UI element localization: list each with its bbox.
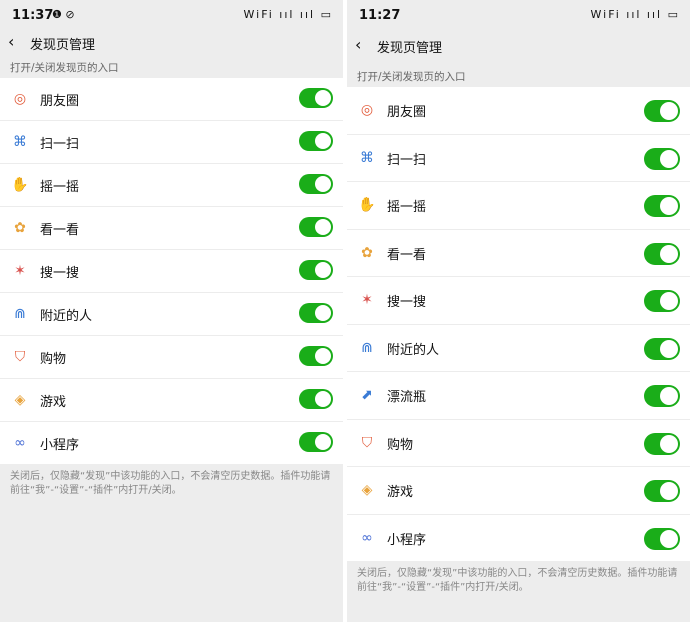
list-item-label: 小程序 — [387, 532, 427, 548]
left-phone-screen: 11:37 ❶ ⊘ WiFi ııl ııl ▭ ‹ 发现页管理 打开/关闭发现… — [0, 0, 343, 622]
list-item: ⛉ 购物 — [347, 420, 690, 467]
nav-bar: ‹ 发现页管理 — [347, 33, 690, 65]
back-icon[interactable]: ‹ — [8, 32, 14, 51]
list-item: ∞ 小程序 — [0, 422, 343, 464]
list-item: ⌘ 扫一扫 — [0, 121, 343, 164]
signal-battery-icons: WiFi ııl ııl ▭ — [243, 8, 333, 21]
status-time: 11:37 — [12, 8, 54, 23]
section-header: 打开/关闭发现页的入口 — [10, 62, 119, 74]
list-item-label: 朋友圈 — [40, 94, 80, 109]
shake-icon: ✋ — [358, 197, 376, 213]
toggle-switch[interactable] — [644, 527, 680, 550]
drift-bottle-icon: ⬈ — [361, 387, 373, 403]
toggle-switch[interactable] — [299, 174, 333, 194]
list-item: ◎ 朋友圈 — [0, 78, 343, 121]
list-item: ◈ 游戏 — [0, 379, 343, 422]
list-item: ⌘ 扫一扫 — [347, 135, 690, 182]
list-item-label: 看一看 — [387, 247, 427, 263]
list-item-label: 扫一扫 — [387, 152, 427, 168]
list-item-label: 购物 — [387, 437, 414, 453]
people-nearby-icon: ⋒ — [361, 339, 373, 356]
list-item-label: 摇一摇 — [40, 180, 80, 195]
entry-list: ◎ 朋友圈 ⌘ 扫一扫 ✋ 摇一摇 ✿ 看一看 ✶ 搜一搜 ⋒ 附近的人 ⛉ 购物 ◈ 游戏 ∞ 小程序 — [0, 78, 343, 464]
section-header: 打开/关闭发现页的入口 — [357, 71, 466, 83]
back-icon[interactable]: ‹ — [355, 35, 361, 54]
search-icon: ✶ — [361, 292, 373, 308]
list-item: ⬈ 漂流瓶 — [347, 372, 690, 420]
toggle-switch[interactable] — [644, 147, 680, 170]
list-item-label: 搜一搜 — [40, 266, 80, 281]
status-bar: 11:37 ❶ ⊘ WiFi ııl ııl ▭ — [0, 0, 343, 30]
shopping-bag-icon: ⛉ — [361, 434, 373, 451]
list-item-label: 小程序 — [40, 438, 80, 453]
list-item-label: 附近的人 — [40, 309, 93, 324]
top-stories-icon: ✿ — [14, 220, 26, 236]
footer-note: 关闭后，仅隐藏“发现”中该功能的入口，不会清空历史数据。插件功能请前往“我”-“… — [10, 471, 331, 496]
page-title: 发现页管理 — [377, 41, 443, 56]
games-icon: ◈ — [14, 392, 26, 408]
list-item: ∞ 小程序 — [347, 515, 690, 562]
status-time: 11:27 — [359, 8, 401, 23]
search-icon: ✶ — [14, 263, 26, 279]
list-item: ◎ 朋友圈 — [347, 87, 690, 135]
scan-icon: ⌘ — [360, 149, 374, 166]
shake-icon: ✋ — [11, 177, 29, 193]
list-item-label: 购物 — [40, 352, 67, 367]
list-item-label: 看一看 — [40, 223, 80, 238]
mini-program-icon: ∞ — [361, 529, 373, 546]
right-phone-screen: 11:27 WiFi ııl ııl ▭ ‹ 发现页管理 打开/关闭发现页的入口… — [347, 0, 690, 622]
list-item: ⛉ 购物 — [0, 336, 343, 379]
list-item: ⋒ 附近的人 — [347, 325, 690, 372]
list-item: ✶ 搜一搜 — [0, 250, 343, 293]
toggle-switch[interactable] — [644, 432, 680, 455]
toggle-switch[interactable] — [644, 337, 680, 360]
moments-icon: ◎ — [13, 91, 27, 107]
toggle-switch[interactable] — [644, 480, 680, 502]
toggle-switch[interactable] — [299, 432, 333, 452]
list-item-label: 搜一搜 — [387, 295, 427, 310]
games-icon: ◈ — [361, 482, 373, 498]
scan-icon: ⌘ — [13, 134, 27, 150]
list-item: ✶ 搜一搜 — [347, 277, 690, 325]
list-item: ✋ 摇一摇 — [0, 164, 343, 207]
entry-list: ◎ 朋友圈 ⌘ 扫一扫 ✋ 摇一摇 ✿ 看一看 ✶ 搜一搜 ⋒ 附近的人 ⬈ 漂流瓶 ⛉ 购物 ◈ 游戏 ∞ 小程序 — [347, 87, 690, 561]
toggle-switch[interactable] — [299, 389, 333, 409]
list-item: ✋ 摇一摇 — [347, 182, 690, 230]
toggle-switch[interactable] — [299, 303, 333, 323]
list-item: ◈ 游戏 — [347, 467, 690, 515]
notification-icons: ❶ ⊘ — [52, 8, 75, 21]
footer-note: 关闭后，仅隐藏“发现”中该功能的入口，不会清空历史数据。插件功能请前往“我”-“… — [357, 568, 678, 593]
list-item-label: 朋友圈 — [387, 105, 427, 120]
top-stories-icon: ✿ — [361, 244, 373, 261]
list-item: ⋒ 附近的人 — [0, 293, 343, 336]
list-item: ✿ 看一看 — [0, 207, 343, 250]
mini-program-icon: ∞ — [14, 435, 26, 451]
people-nearby-icon: ⋒ — [14, 306, 26, 322]
nav-bar: ‹ 发现页管理 — [0, 30, 343, 58]
toggle-switch[interactable] — [644, 242, 680, 265]
list-item-label: 扫一扫 — [40, 137, 80, 152]
toggle-switch[interactable] — [299, 131, 333, 151]
toggle-switch[interactable] — [299, 217, 333, 237]
list-item: ✿ 看一看 — [347, 230, 690, 277]
list-item-label: 游戏 — [387, 485, 414, 500]
status-bar: 11:27 WiFi ııl ııl ▭ — [347, 0, 690, 33]
shopping-bag-icon: ⛉ — [14, 349, 26, 365]
list-item-label: 附近的人 — [387, 342, 440, 358]
page-title: 发现页管理 — [30, 38, 96, 53]
list-item-label: 摇一摇 — [387, 200, 427, 215]
toggle-switch[interactable] — [644, 385, 680, 407]
signal-battery-icons: WiFi ııl ııl ▭ — [590, 8, 680, 21]
list-item-label: 漂流瓶 — [387, 390, 427, 405]
list-item-label: 游戏 — [40, 395, 67, 410]
moments-icon: ◎ — [360, 102, 374, 118]
toggle-switch[interactable] — [299, 260, 333, 280]
toggle-switch[interactable] — [644, 290, 680, 312]
toggle-switch[interactable] — [299, 346, 333, 366]
toggle-switch[interactable] — [644, 100, 680, 122]
toggle-switch[interactable] — [644, 195, 680, 217]
toggle-switch[interactable] — [299, 88, 333, 108]
